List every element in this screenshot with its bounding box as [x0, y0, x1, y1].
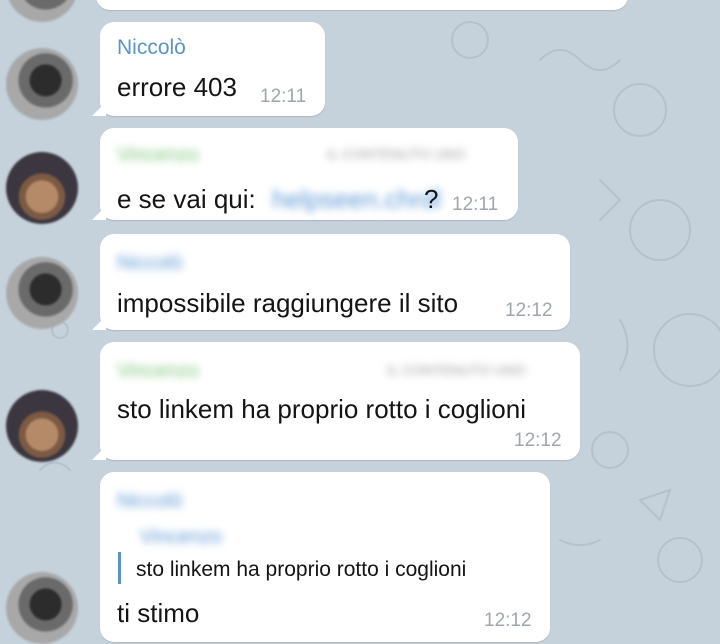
avatar[interactable] — [6, 572, 78, 644]
bubble-tail — [92, 206, 106, 220]
reply-preview[interactable]: Niccolò — [117, 244, 317, 280]
avatar[interactable] — [6, 390, 78, 462]
reply-sender-name: Niccolò — [117, 490, 183, 512]
reply-meta: IL CONTENUTO UNO — [327, 146, 466, 162]
reply-sender-name: Niccolò — [117, 252, 183, 274]
message-bubble[interactable]: Niccolò impossibile raggiungere il sito … — [92, 234, 570, 330]
reply-sender-name: Vincenzo — [117, 360, 199, 382]
message-time: 12:12 — [514, 430, 562, 451]
message-time: 12:11 — [452, 194, 499, 215]
message-link[interactable]: helpseen.chrdl — [272, 184, 441, 215]
reply-preview[interactable]: Niccolò — [117, 482, 317, 518]
message-bubble[interactable]: Vincenzo IL CONTENUTO UNO e se vai qui: … — [92, 128, 518, 220]
avatar[interactable] — [6, 257, 78, 329]
reply-sender-name: Vincenzo — [117, 144, 199, 166]
message-text: errore 403 — [117, 72, 237, 102]
bubble-tail — [92, 102, 106, 116]
message-time: 12:11 — [260, 86, 307, 107]
bubble-tail — [92, 316, 106, 330]
quote-bar — [118, 552, 121, 584]
message-text: impossibile raggiungere il sito — [117, 288, 459, 318]
message-text: ti stimo — [117, 598, 200, 628]
message-bubble[interactable]: Vincenzo IL CONTENUTO UNO sto linkem ha … — [92, 342, 580, 460]
message-text-end: ? — [424, 184, 439, 214]
message-text: sto linkem ha proprio rotto i coglioni — [117, 394, 526, 424]
avatar[interactable] — [6, 152, 78, 224]
message-text-start: e se vai qui: — [117, 184, 256, 214]
avatar[interactable] — [6, 48, 78, 120]
message-bubble[interactable]: Niccolò errore 403 12:11 — [92, 22, 325, 116]
quote-sender-name: Vincenzo — [140, 526, 222, 548]
message-bubble[interactable]: Niccolò Vincenzo sto linkem ha proprio r… — [100, 472, 550, 642]
quote-text[interactable]: sto linkem ha proprio rotto i coglioni — [136, 558, 466, 582]
reply-meta: IL CONTENUTO UNO — [387, 362, 526, 378]
sender-name[interactable]: Niccolò — [117, 36, 186, 60]
message-bubble-partial — [96, 0, 628, 10]
reply-preview[interactable]: Vincenzo IL CONTENUTO UNO — [117, 138, 507, 174]
bubble-tail — [92, 446, 106, 460]
reply-preview[interactable]: Vincenzo IL CONTENUTO UNO — [117, 352, 567, 388]
message-time: 12:12 — [484, 610, 532, 631]
message-time: 12:12 — [505, 300, 553, 321]
